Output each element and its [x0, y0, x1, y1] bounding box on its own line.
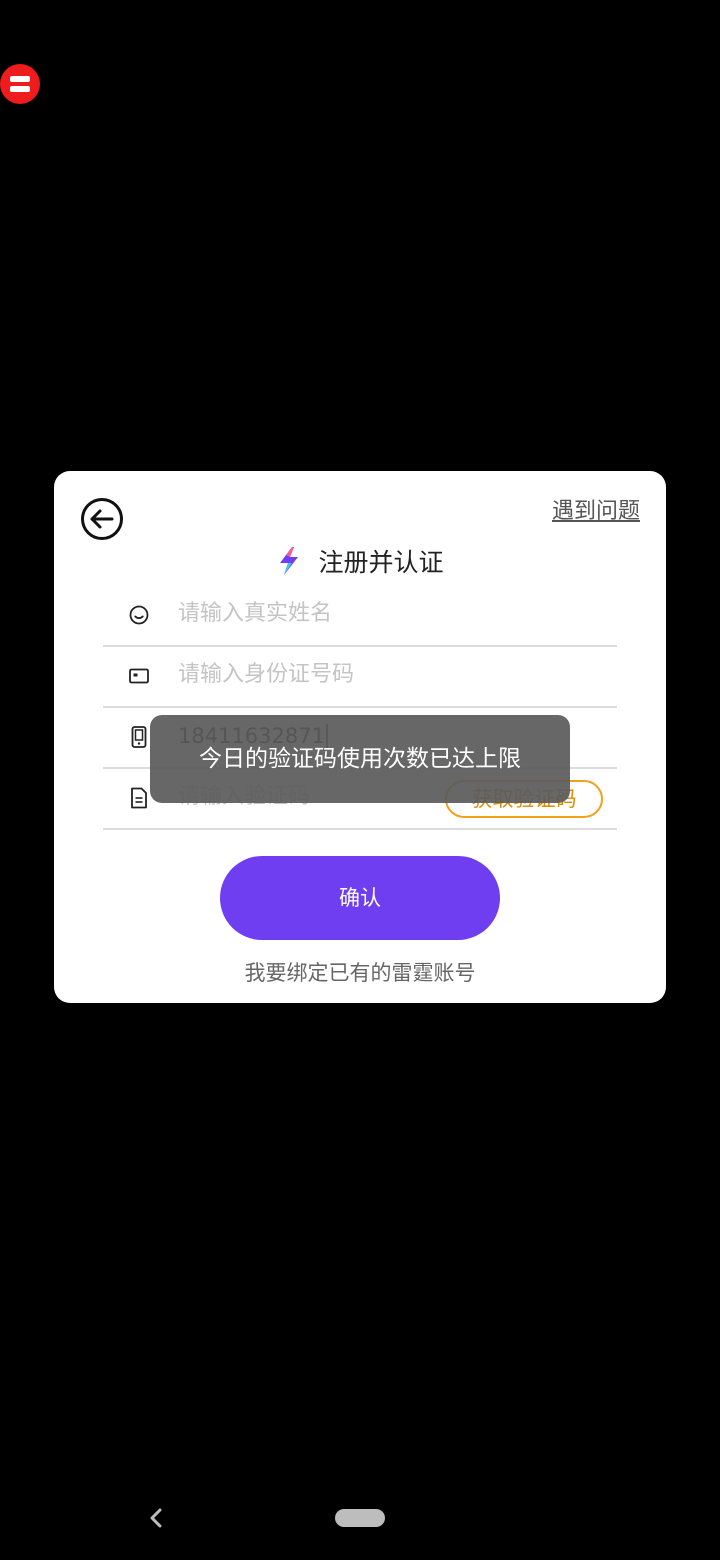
document-icon: [131, 787, 147, 809]
confirm-button[interactable]: 确认: [220, 856, 500, 940]
nav-back-icon[interactable]: [140, 1502, 172, 1534]
id-card-icon: [129, 668, 149, 684]
id-number-field[interactable]: 请输入身份证号码: [103, 646, 617, 708]
bind-existing-account-link[interactable]: 我要绑定已有的雷霆账号: [54, 958, 666, 988]
dialog-title: 注册并认证: [318, 548, 444, 577]
float-ball-bar-top: [10, 76, 30, 82]
lightning-logo-icon: [280, 547, 299, 575]
id-number-input[interactable]: 请输入身份证号码: [178, 660, 354, 690]
name-field[interactable]: 请输入真实姓名: [103, 585, 617, 647]
smiley-icon: [129, 605, 149, 625]
help-link[interactable]: 遇到问题: [552, 497, 640, 527]
float-ball-bar-bottom: [10, 86, 30, 92]
toast-message: 今日的验证码使用次数已达上限: [150, 715, 570, 803]
dialog-header: 注册并认证: [54, 543, 666, 579]
phone-icon: [131, 726, 147, 748]
nav-home-pill[interactable]: [335, 1509, 385, 1527]
back-arrow-icon[interactable]: [80, 497, 124, 541]
floating-menu-ball-icon[interactable]: [0, 64, 40, 104]
screen: 遇到问题 注册并认证 请输入真实姓名 请输入身份证号码 确认 我要绑定已有的雷霆…: [0, 0, 720, 1560]
name-input[interactable]: 请输入真实姓名: [178, 599, 332, 629]
